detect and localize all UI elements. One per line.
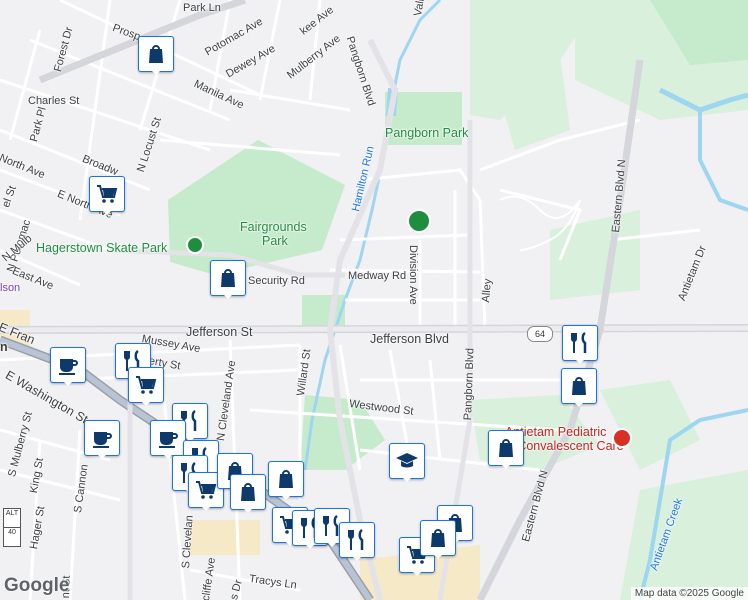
poi-pin[interactable] (561, 368, 597, 407)
map-canvas[interactable]: Park Ln Potomac Ave Dewey Ave Mulberry A… (0, 0, 748, 600)
pin-tip (573, 401, 585, 407)
poi-pin[interactable] (89, 176, 125, 215)
poi-pin[interactable] (389, 443, 425, 482)
fork-knife-icon (562, 325, 598, 361)
shopping-bag-icon (420, 520, 456, 556)
pin-tip (326, 541, 338, 547)
street-label: Security Rd (248, 275, 305, 287)
poi-pin[interactable] (150, 420, 186, 459)
pin-tip (401, 476, 413, 482)
route-64-shield: 64 (527, 326, 553, 342)
street-label: Alley (480, 278, 495, 304)
street-label: n (0, 340, 8, 354)
graduation-cap-icon (389, 443, 425, 479)
tree-icon[interactable] (186, 236, 204, 254)
pangborn-park-label[interactable]: Pangborn Park (385, 126, 468, 140)
shopping-bag-icon (230, 474, 266, 510)
shopping-cart-icon (128, 367, 164, 403)
shopping-cart-icon (89, 176, 125, 212)
fork-knife-icon (339, 522, 375, 558)
pin-tip (432, 553, 444, 559)
poi-pin[interactable] (488, 430, 524, 469)
pin-tip (351, 555, 363, 561)
street-label: Medway Rd (348, 270, 407, 282)
park-marker-icon[interactable] (407, 209, 431, 233)
coffee-cup-icon (84, 420, 120, 456)
coffee-cup-icon (50, 347, 86, 383)
poi-pin[interactable] (50, 347, 86, 386)
google-logo: Google (4, 575, 70, 596)
poi-pin[interactable] (230, 474, 266, 513)
map-base-layer (0, 0, 748, 600)
street-label: Division Ave (407, 245, 419, 305)
street-label: lson (0, 282, 21, 294)
alt-route-shield: ALT (3, 508, 21, 528)
pin-tip (500, 463, 512, 469)
poi-pin[interactable] (562, 325, 598, 364)
coffee-cup-icon (150, 420, 186, 456)
skate-park-label[interactable]: Hagerstown Skate Park (36, 241, 167, 255)
shopping-bag-icon (561, 368, 597, 404)
us-40-shield: 40 (3, 527, 21, 547)
pin-tip (96, 453, 108, 459)
poi-pin[interactable] (210, 260, 246, 299)
street-label: Pangborn Blvd (462, 347, 477, 421)
shopping-bag-icon (488, 430, 524, 466)
street-label: Park Ln (183, 2, 221, 14)
pin-tip (200, 505, 212, 511)
pin-tip (411, 570, 423, 576)
street-label: Charles St (28, 95, 80, 107)
poi-pin[interactable] (128, 367, 164, 406)
street-label: Jefferson St (186, 325, 253, 339)
shopping-bag-icon (210, 260, 246, 296)
pin-tip (140, 400, 152, 406)
poi-pin[interactable] (268, 461, 304, 500)
pin-tip (574, 358, 586, 364)
poi-pin[interactable] (420, 520, 456, 559)
pin-tip (62, 380, 74, 386)
pin-tip (101, 209, 113, 215)
poi-pin[interactable] (339, 522, 375, 561)
pin-tip (242, 507, 254, 513)
shopping-bag-icon (138, 36, 174, 72)
fairgrounds-park-label[interactable]: Fairgrounds (240, 220, 307, 234)
poi-pin[interactable] (138, 36, 174, 75)
fairgrounds-park-label-line2[interactable]: Park (262, 234, 288, 248)
pin-tip (280, 494, 292, 500)
map-attribution: Map data ©2025 Google (630, 587, 748, 600)
poi-pin[interactable] (84, 420, 120, 459)
pin-tip (222, 293, 234, 299)
pin-tip (150, 69, 162, 75)
street-label: Jefferson Blvd (370, 332, 449, 346)
shopping-bag-icon (268, 461, 304, 497)
hospital-icon[interactable] (612, 428, 632, 448)
